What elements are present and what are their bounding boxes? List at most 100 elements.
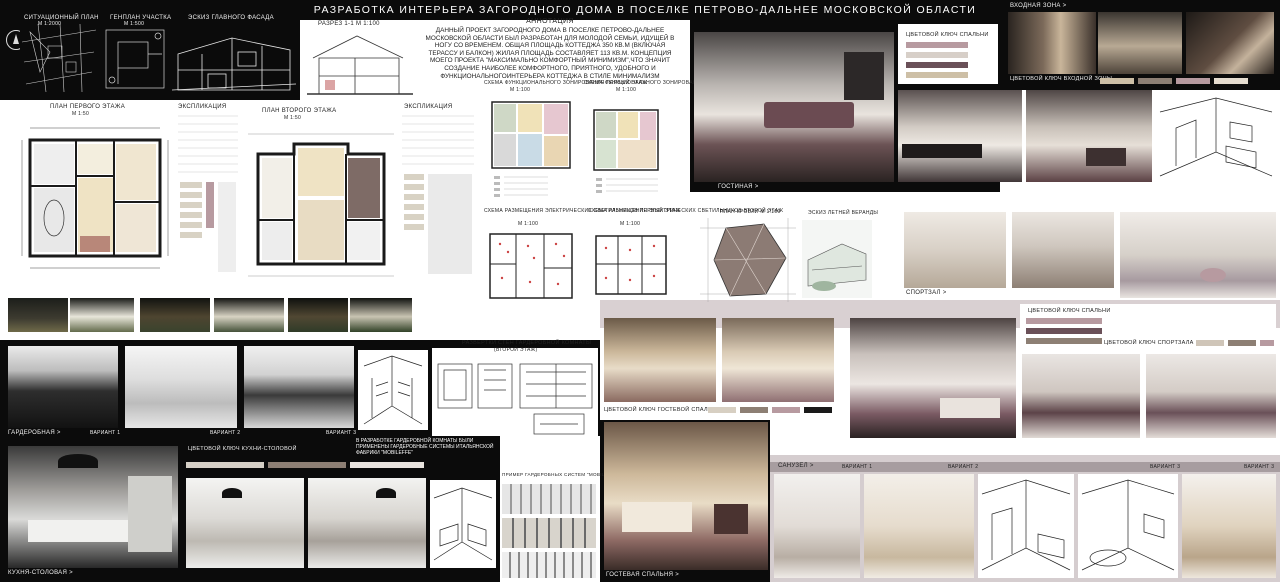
explication-table-1 <box>178 115 238 272</box>
guest-swatch-4 <box>804 407 832 413</box>
entrance-swatch-1 <box>1100 78 1134 84</box>
bathroom-variant-3-render <box>1182 474 1276 578</box>
zoning-second-plan <box>593 109 659 193</box>
gym-label: СПОРТЗАЛ > <box>906 290 947 296</box>
wardrobe-variant-1-label: ВАРИАНТ 1 <box>90 430 121 436</box>
entrance-render-3 <box>1186 12 1274 74</box>
explication-table-2 <box>402 115 474 274</box>
entrance-render-2 <box>1098 12 1182 74</box>
kitchen-swatch-1 <box>186 462 264 468</box>
presentation-board: РАЗРАБОТКА ИНТЕРЬЕРА ЗАГОРОДНОГО ДОМА В … <box>0 0 1280 582</box>
bathroom-sketch-1 <box>978 474 1074 578</box>
lot-plan-scale: М 1:500 <box>124 21 145 27</box>
gym-swatch-3 <box>1260 340 1274 346</box>
wardrobe-system-note: В РАЗРАБОТКЕ ГАРДЕРОБНОЙ КОМНАТЫ БЫЛИ ПР… <box>356 438 494 456</box>
entrance-render-1 <box>1008 12 1096 74</box>
bedroom-swatch-4 <box>906 72 968 78</box>
facade-sketch <box>172 24 296 96</box>
exterior-render-5 <box>288 298 348 332</box>
veranda-sketch <box>802 220 872 298</box>
exterior-render-4 <box>214 298 284 332</box>
bathroom-variant-1-render <box>774 474 860 578</box>
kitchen-swatch-3 <box>350 462 424 468</box>
living-room-label: ГОСТИНАЯ > <box>718 184 759 190</box>
guest-bedroom-render-1 <box>604 318 716 402</box>
living-room-render-3 <box>1026 90 1152 182</box>
bathroom-variant-3-label: ВАРИАНТ 3 <box>1150 464 1181 470</box>
kitchen-cabinets <box>128 476 172 552</box>
living-room-render-2 <box>898 90 1022 182</box>
wardrobe-system-example-label: ПРИМЕР ГАРДЕРОБНЫХ СИСТЕМ "MOBILEFFE" <box>502 472 620 477</box>
entrance-color-key-label: ЦВЕТОВОЙ КЛЮЧ ВХОДНОЙ ЗОНЫ <box>1010 76 1113 82</box>
entrance-swatch-4 <box>1214 78 1248 84</box>
bathroom-variant-2-label: ВАРИАНТ 2 <box>948 464 979 470</box>
sofa <box>764 102 854 128</box>
mobileffe-example-2 <box>502 518 596 548</box>
kitchen-color-key-label: ЦВЕТОВОЙ КЛЮЧ КУХНИ-СТОЛОВОЙ <box>188 446 297 452</box>
lot-plan-drawing <box>100 24 170 94</box>
wardrobe-variant-1-render <box>8 346 118 428</box>
entrance-swatch-2 <box>1138 78 1172 84</box>
wardrobe-variant-3-label: ВАРИАНТ 3 <box>326 430 357 436</box>
guest-bedroom-label: ГОСТЕВАЯ СПАЛЬНЯ > <box>606 572 680 578</box>
bedroom-variant-render-1 <box>1022 354 1140 438</box>
guest-color-key-label: ЦВЕТОВОЙ КЛЮЧ ГОСТЕВОЙ СПАЛЬНИ <box>604 407 721 413</box>
gym-swatch-1 <box>1196 340 1224 346</box>
guest-swatch-2 <box>740 407 768 413</box>
explication-label-2: ЭКСПЛИКАЦИЯ <box>404 104 453 110</box>
bedroom2-swatch-2 <box>1026 328 1102 334</box>
mobileffe-example-3 <box>502 552 596 578</box>
bedroom-color-key-label-2: ЦВЕТОВОЙ КЛЮЧ СПАЛЬНИ <box>1028 308 1111 314</box>
zoning-first-scale: М 1:100 <box>510 87 531 93</box>
entrance-swatch-3 <box>1176 78 1210 84</box>
lights-second-scale: М 1:100 <box>620 221 641 227</box>
guest-swatch-3 <box>772 407 800 413</box>
veranda-sketch-label: ЭСКИЗ ЛЕТНЕЙ ВЕРАНДЫ <box>808 210 879 216</box>
bedroom-variant-render-2 <box>1146 354 1276 438</box>
gym-render-2 <box>1012 212 1114 288</box>
wardrobe-variant-3-render <box>244 346 354 428</box>
lights-first-plan <box>489 233 573 299</box>
bedroom-bed <box>940 398 1000 418</box>
facade-label: ЭСКИЗ ГЛАВНОГО ФАСАДА <box>188 15 274 21</box>
bathroom-variant-1-label: ВАРИАНТ 1 <box>842 464 873 470</box>
site-plan-drawing <box>20 22 98 94</box>
roof-plan-label: ПЛАН КРОВЛИ М 1:100 <box>720 209 781 215</box>
wardrobe-variant-2-render <box>125 346 237 428</box>
kitchen-label: КУХНЯ-СТОЛОВАЯ > <box>8 570 73 576</box>
bedroom-swatch-2 <box>906 52 968 58</box>
page-title: РАЗРАБОТКА ИНТЕРЬЕРА ЗАГОРОДНОГО ДОМА В … <box>313 4 977 16</box>
roof-plan <box>700 218 796 302</box>
second-floor-plan-scale: М 1:50 <box>284 115 302 121</box>
gym-render-1 <box>904 212 1006 288</box>
bar-counter <box>902 144 982 158</box>
gym-render-3 <box>1120 212 1276 298</box>
exterior-render-3 <box>140 298 210 332</box>
pendant-lamp-2 <box>222 488 242 498</box>
kitchen-swatch-2 <box>268 462 346 468</box>
bathroom-label: САНУЗЕЛ > <box>778 463 814 469</box>
bedroom2-swatch-3 <box>1026 338 1102 344</box>
kitchen-sketch <box>430 480 496 568</box>
wardrobe-label: ГАРДЕРОБНАЯ > <box>8 430 61 436</box>
bedroom-main-render <box>850 318 1016 438</box>
bedroom-color-key-label: ЦВЕТОВОЙ КЛЮЧ СПАЛЬНИ <box>906 32 989 38</box>
coffee-table <box>1086 148 1126 166</box>
gym-swatch-2 <box>1228 340 1256 346</box>
bed <box>622 502 692 532</box>
bedroom-swatch-3 <box>906 62 968 68</box>
first-floor-plan <box>21 127 169 269</box>
zoning-first-plan <box>491 101 571 197</box>
kitchen-island <box>28 520 138 542</box>
entrance-zone-label: ВХОДНАЯ ЗОНА > <box>1010 3 1067 9</box>
lights-second-plan <box>595 235 667 295</box>
second-floor-plan-label: ПЛАН ВТОРОГО ЭТАЖА <box>262 108 337 114</box>
exterior-render-2 <box>70 298 134 332</box>
first-floor-plan-label: ПЛАН ПЕРВОГО ЭТАЖА <box>50 104 126 110</box>
living-room-sketch <box>1156 92 1276 184</box>
bathroom-variant-4-label: ВАРИАНТ 3 <box>1244 464 1275 470</box>
kitchen-render-3 <box>308 478 426 568</box>
bathroom-sketch-2 <box>1078 474 1178 578</box>
kitchen-render-2 <box>186 478 304 568</box>
second-floor-plan <box>248 133 394 277</box>
